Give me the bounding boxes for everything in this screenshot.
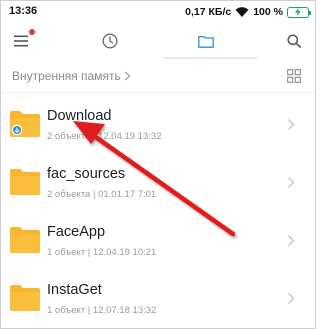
chevron-right-icon [124, 71, 131, 81]
folder-icon [10, 111, 40, 137]
item-meta: 1 объект | 12.04.19 10:21 [47, 247, 157, 258]
status-time: 13:36 [9, 5, 38, 17]
list-item-instaget[interactable]: InstaGet 1 объект | 12.07.18 13:32 [1, 270, 315, 328]
wifi-icon [235, 7, 249, 17]
folder-icon [10, 227, 40, 253]
tab-indicator [163, 57, 257, 59]
top-toolbar [1, 25, 315, 57]
battery-icon [287, 6, 311, 18]
item-meta: 1 объект | 12.07.18 13:32 [47, 305, 157, 316]
item-name: fac_sources [47, 166, 126, 182]
chevron-right-icon [288, 293, 295, 304]
chevron-right-icon [288, 235, 295, 246]
item-meta: 2 объекта | 12.04.19 13:32 [47, 131, 162, 142]
divider [1, 92, 315, 93]
item-name: InstaGet [47, 282, 102, 298]
charging-icon [295, 8, 301, 16]
folder-tab-icon [198, 35, 214, 48]
chevron-right-icon [288, 177, 295, 188]
recent-tab[interactable] [99, 30, 121, 52]
menu-icon [14, 35, 28, 47]
breadcrumb[interactable]: Внутренняя память [12, 69, 131, 83]
item-meta: 2 объекта | 01.01.17 7:01 [47, 189, 157, 200]
battery-percent: 100 % [253, 6, 283, 18]
status-bar: 13:36 0,17 КБ/с 100 % [1, 1, 315, 23]
list-item-fac-sources[interactable]: fac_sources 2 объекта | 01.01.17 7:01 [1, 154, 315, 212]
folder-icon [10, 169, 40, 195]
list-item-faceapp[interactable]: FaceApp 1 объект | 12.04.19 10:21 [1, 212, 315, 270]
search-button[interactable] [283, 30, 305, 52]
grid-view-icon[interactable] [287, 69, 301, 83]
clock-icon [102, 33, 118, 49]
notification-dot [29, 29, 35, 35]
item-name: Download [47, 108, 112, 124]
files-tab[interactable] [195, 30, 217, 52]
list-item-download[interactable]: Download 2 объекта | 12.04.19 13:32 [1, 96, 315, 154]
file-manager-screen: 13:36 0,17 КБ/с 100 % Внутренняя память … [0, 0, 316, 329]
item-name: FaceApp [47, 224, 106, 240]
network-speed: 0,17 КБ/с [185, 6, 232, 18]
breadcrumb-label: Внутренняя память [12, 69, 121, 83]
folder-icon [10, 285, 40, 311]
chevron-right-icon [288, 119, 295, 130]
status-right-group: 0,17 КБ/с 100 % [185, 4, 311, 20]
search-icon [287, 34, 301, 48]
breadcrumb-bar: Внутренняя память [1, 63, 315, 89]
